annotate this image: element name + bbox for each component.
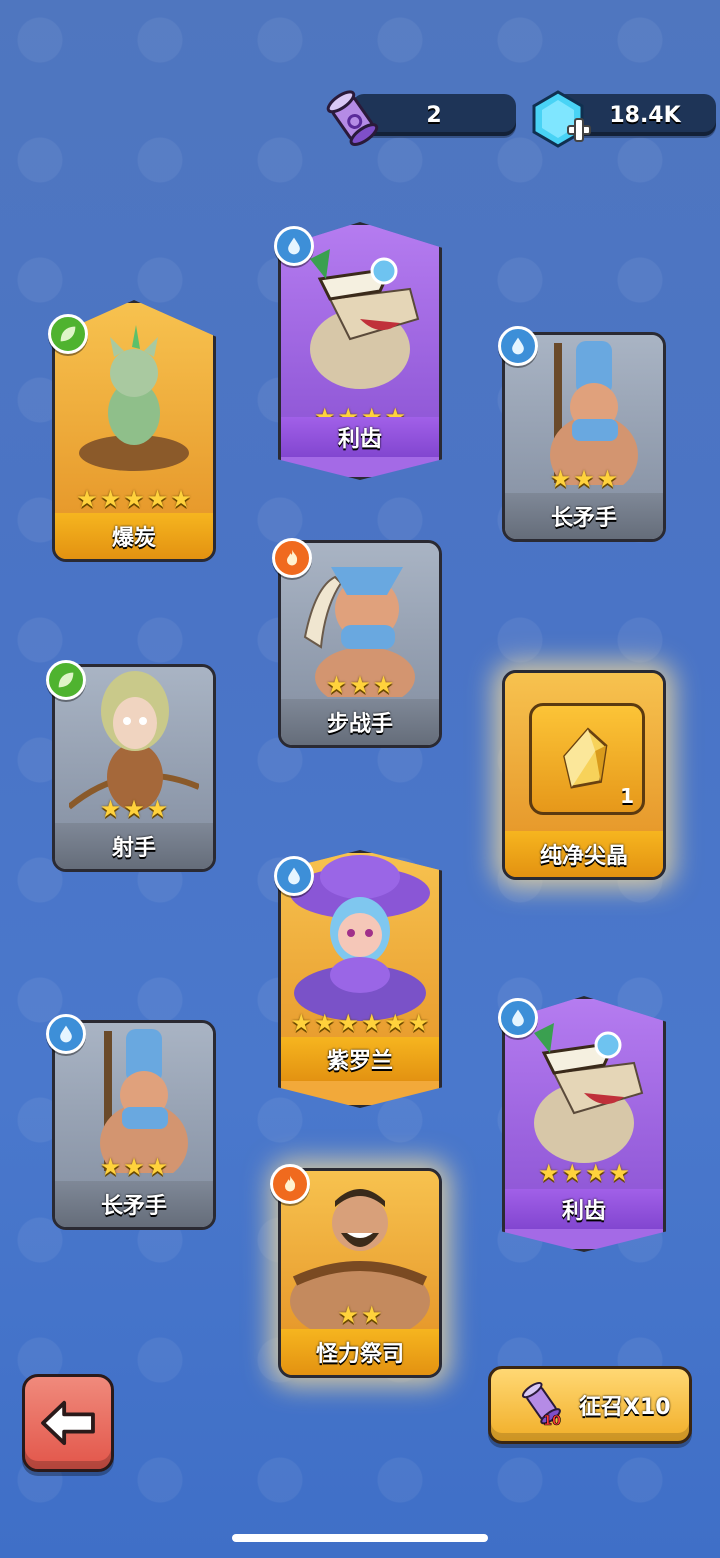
hero-name: 射手 bbox=[55, 823, 213, 869]
leaf-element-icon bbox=[46, 660, 86, 700]
back-button[interactable] bbox=[22, 1374, 114, 1472]
water-element-icon bbox=[498, 326, 538, 366]
star-rating: ★ ★ ★ bbox=[325, 671, 395, 699]
hero-name: 利齿 bbox=[281, 417, 439, 457]
hero-name: 步战手 bbox=[281, 699, 439, 745]
hero-name: 长矛手 bbox=[505, 493, 663, 539]
hero-figure bbox=[79, 325, 189, 471]
item-name: 纯净尖晶 bbox=[505, 831, 663, 877]
water-element-icon bbox=[46, 1014, 86, 1054]
summon-x10-button[interactable]: 10 征召X10 bbox=[488, 1366, 692, 1444]
hero-name: 怪力祭司 bbox=[281, 1329, 439, 1375]
star-rating: ★ ★ ★ ★ ★ ★ bbox=[290, 1009, 430, 1037]
add-gems-icon[interactable] bbox=[528, 88, 594, 154]
item-portrait: 1 bbox=[505, 673, 663, 831]
item-card-pure-spinel[interactable]: 1 纯净尖晶 bbox=[502, 670, 666, 880]
gem-count: 18.4K bbox=[609, 102, 681, 128]
scroll-count: 2 bbox=[426, 102, 442, 128]
hero-figure bbox=[534, 1023, 644, 1163]
fire-element-icon bbox=[272, 538, 312, 578]
hero-name: 利齿 bbox=[505, 1189, 663, 1229]
hero-figure bbox=[310, 249, 420, 389]
crystal-item-box: 1 bbox=[529, 703, 645, 815]
star-rating: ★★★★ bbox=[537, 1159, 631, 1187]
fire-element-icon bbox=[270, 1164, 310, 1204]
hero-figure bbox=[550, 341, 638, 485]
home-indicator[interactable] bbox=[232, 1534, 488, 1542]
water-element-icon bbox=[498, 998, 538, 1038]
water-element-icon bbox=[274, 856, 314, 896]
water-element-icon bbox=[274, 226, 314, 266]
hero-name: 爆炭 bbox=[55, 513, 213, 559]
summon-label: 征召X10 bbox=[579, 1395, 671, 1420]
star-rating: ★ ★ ★ bbox=[99, 1153, 169, 1181]
hero-name: 紫罗兰 bbox=[281, 1037, 439, 1081]
scroll-icon bbox=[326, 90, 379, 146]
hero-card-changmaoshou-2[interactable]: ★ ★ ★ 长矛手 bbox=[52, 1020, 216, 1230]
arrow-left-icon bbox=[41, 1400, 95, 1446]
leaf-element-icon bbox=[48, 314, 88, 354]
star-rating: ★ ★ ★ bbox=[549, 465, 619, 493]
card-frame: 1 纯净尖晶 bbox=[502, 670, 666, 880]
hero-figure bbox=[100, 1029, 188, 1173]
star-rating: ★ ★ ★ ★ ★ bbox=[76, 485, 192, 513]
svg-text:10: 10 bbox=[543, 1414, 561, 1429]
card-frame: ★ ★ ★ 长矛手 bbox=[52, 1020, 216, 1230]
star-rating: ★ ★ bbox=[337, 1301, 383, 1329]
star-rating: ★ ★ ★ bbox=[99, 795, 169, 823]
currency-bar: 2 18.4K bbox=[0, 88, 720, 148]
crystal-icon bbox=[563, 727, 608, 789]
hero-name: 长矛手 bbox=[55, 1181, 213, 1227]
summon-ticket-icon: 10 bbox=[521, 1381, 561, 1429]
item-count: 1 bbox=[620, 784, 634, 808]
